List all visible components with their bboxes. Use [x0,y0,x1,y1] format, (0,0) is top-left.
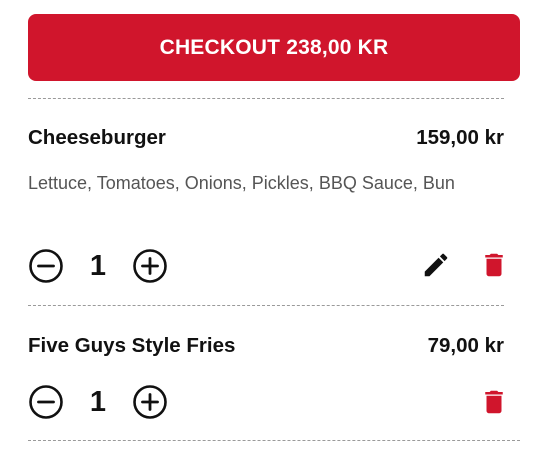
item-description: Lettuce, Tomatoes, Onions, Pickles, BBQ … [28,173,455,193]
quantity-value: 1 [89,249,107,282]
edit-button[interactable] [420,249,452,281]
item-price: 79,00 kr [427,334,504,357]
divider [28,440,520,441]
trash-icon [485,253,503,277]
divider [28,98,504,99]
minus-circle-icon [29,249,63,283]
checkout-label: CHECKOUT 238,00 KR [159,35,389,59]
quantity-stepper: 1 [28,384,168,420]
minus-circle-icon [29,385,63,419]
item-name: Cheeseburger [28,126,166,149]
plus-circle-icon [133,249,167,283]
trash-icon [485,390,503,414]
delete-button[interactable] [478,249,510,281]
decrease-quantity-button[interactable] [28,248,64,284]
item-price: 159,00 kr [416,126,504,149]
increase-quantity-button[interactable] [132,384,168,420]
quantity-stepper: 1 [28,248,168,284]
divider [28,305,504,306]
increase-quantity-button[interactable] [132,248,168,284]
checkout-button[interactable]: CHECKOUT 238,00 KR [28,14,520,81]
pencil-icon [424,253,448,277]
delete-button[interactable] [478,386,510,418]
quantity-value: 1 [89,385,107,418]
plus-circle-icon [133,385,167,419]
item-name: Five Guys Style Fries [28,334,236,357]
decrease-quantity-button[interactable] [28,384,64,420]
